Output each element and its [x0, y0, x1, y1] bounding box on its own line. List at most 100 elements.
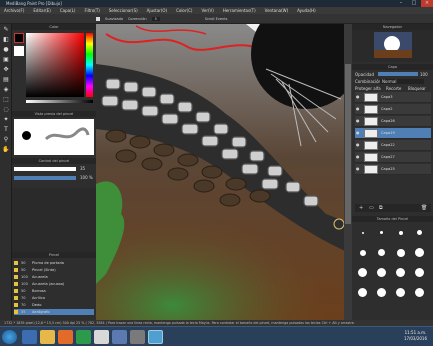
menu-herramientas[interactable]: Herramientas(T): [223, 8, 256, 13]
delete-layer-icon[interactable]: 🗑: [421, 205, 427, 211]
taskbar-media-icon[interactable]: [58, 330, 73, 344]
system-clock[interactable]: 11:51 a.m. 17/03/2016: [404, 330, 427, 342]
menu-seleccionar[interactable]: Seleccionar(S): [109, 8, 138, 13]
eraser-icon[interactable]: ◧: [2, 36, 10, 44]
brush-preview-title: Vista previa del pincel: [12, 111, 96, 117]
brush-size-option[interactable]: [398, 230, 403, 235]
hue-slider[interactable]: [86, 33, 93, 97]
brush-item[interactable]: 100 Acuarela (acuoso): [14, 281, 94, 287]
layer-row[interactable]: ● Capa26: [355, 116, 431, 127]
layer-opacity-slider[interactable]: [378, 72, 418, 76]
start-button[interactable]: [2, 330, 17, 344]
brush-size-option[interactable]: [358, 288, 367, 297]
menu-color[interactable]: Color(C): [176, 8, 192, 13]
brush-size-option[interactable]: [380, 231, 383, 234]
hand-icon[interactable]: ✋: [2, 146, 10, 154]
taskbar-app-icon[interactable]: [130, 330, 145, 344]
wand-icon[interactable]: ✦: [2, 116, 10, 124]
brush-size-option[interactable]: [377, 288, 386, 297]
menu-capa[interactable]: Capa(L): [60, 8, 76, 13]
brush-size-option[interactable]: [415, 288, 424, 297]
gradient-icon[interactable]: ▤: [2, 76, 10, 84]
brush-size-option[interactable]: [377, 268, 386, 277]
menu-filtro[interactable]: Filtro(T): [84, 8, 99, 13]
folder-icon[interactable]: ▭: [369, 205, 374, 211]
taskbar-medibang-icon[interactable]: [148, 330, 163, 344]
vertical-scrollbar[interactable]: [344, 24, 352, 320]
brush-preview-canvas: [14, 119, 94, 155]
taskbar-app-icon[interactable]: [76, 330, 91, 344]
brush-tip-preview: [22, 131, 31, 140]
maximize-button[interactable]: □: [408, 0, 420, 7]
taskbar-app-icon[interactable]: [112, 330, 127, 344]
menu-ventana[interactable]: Ventana(W): [265, 8, 289, 13]
layer-actions-bar: + ▭ ⧉ 🗑: [355, 204, 431, 212]
minimize-button[interactable]: –: [395, 0, 407, 7]
layer-row[interactable]: ● Capa22: [355, 140, 431, 151]
brush-opacity-slider[interactable]: [14, 176, 76, 180]
layer-row-selected[interactable]: ● Capa19: [355, 128, 431, 139]
select-icon[interactable]: ⬚: [2, 96, 10, 104]
brush-size-slider[interactable]: [14, 167, 76, 171]
brush-size-option[interactable]: [415, 248, 424, 257]
brush-item[interactable]: 50 Borrosa: [14, 288, 94, 294]
eyedropper-icon[interactable]: ⚲: [2, 136, 10, 144]
brush-size-option[interactable]: [361, 231, 364, 234]
blend-mode-select[interactable]: Normal: [380, 79, 424, 84]
menu-ver[interactable]: Ver(V): [201, 8, 213, 13]
brush-item[interactable]: 70 Acrílico: [14, 295, 94, 301]
brush-item[interactable]: 50 Pluma de portada: [14, 260, 94, 266]
opacity-value: 100: [420, 72, 428, 77]
brush-size-option[interactable]: [415, 268, 424, 277]
brush-size-option[interactable]: [378, 249, 385, 256]
brush-item[interactable]: 70 Dedo: [14, 302, 94, 308]
dot-icon[interactable]: ●: [2, 46, 10, 54]
primary-color-swatch[interactable]: [14, 33, 24, 43]
brush-size-option[interactable]: [396, 248, 405, 257]
color-slider[interactable]: [26, 100, 93, 103]
brush-list-title: Pincel: [12, 252, 96, 258]
layer-row[interactable]: ● Capa3: [355, 92, 431, 103]
drawing-canvas[interactable]: [96, 24, 352, 320]
lasso-icon[interactable]: ◌: [2, 106, 10, 114]
menu-archivo[interactable]: Archivo(F): [4, 8, 24, 13]
eye-icon: ●: [356, 130, 360, 135]
scrollbar-thumb[interactable]: [345, 64, 351, 224]
taskbar-ie-icon[interactable]: [22, 330, 37, 344]
add-layer-icon[interactable]: +: [359, 205, 363, 211]
layer-row[interactable]: ● Capa2: [355, 104, 431, 115]
brush-size-option[interactable]: [396, 268, 405, 277]
duplicate-layer-icon[interactable]: ⧉: [379, 205, 383, 211]
smooth-checkbox[interactable]: [96, 16, 100, 21]
protect-alpha-checkbox[interactable]: Proteger alfa: [355, 86, 381, 91]
brush-item[interactable]: 50 Pincel (Sinta): [14, 267, 94, 273]
menu-ajustar[interactable]: Ajustar(O): [147, 8, 167, 13]
menu-ayuda[interactable]: Ayuda(H): [297, 8, 316, 13]
fill-icon[interactable]: ▣: [2, 56, 10, 64]
brush-item-selected[interactable]: 35 Aerógrafo: [14, 309, 94, 315]
menu-editar[interactable]: Editar(E): [33, 8, 51, 13]
navigator-preview[interactable]: [374, 32, 412, 58]
close-button[interactable]: ×: [421, 0, 433, 7]
taskbar-chrome-icon[interactable]: [94, 330, 109, 344]
brush-size-option[interactable]: [359, 249, 366, 256]
correction-value[interactable]: 5: [151, 16, 160, 21]
taskbar-folder-icon[interactable]: [40, 330, 55, 344]
primary-color-swatch[interactable]: [2, 162, 10, 170]
brush-item[interactable]: 100 Acuarela: [14, 274, 94, 280]
bucket-icon[interactable]: ◈: [2, 86, 10, 94]
clip-checkbox[interactable]: Recorte: [386, 86, 401, 91]
artwork: [96, 24, 352, 320]
move-icon[interactable]: ✥: [2, 66, 10, 74]
brush-size-option[interactable]: [396, 288, 405, 297]
brush-size-panel: Tamaño del Pincel: [352, 216, 433, 320]
brush-size-option[interactable]: [417, 230, 422, 235]
pen-icon[interactable]: ✎: [2, 26, 10, 34]
saturation-value-picker[interactable]: [26, 33, 84, 97]
secondary-color-swatch[interactable]: [14, 46, 24, 56]
text-icon[interactable]: T: [2, 126, 10, 134]
brush-size-option[interactable]: [358, 268, 367, 277]
layer-row[interactable]: ● Capa27: [355, 152, 431, 163]
lock-checkbox[interactable]: Bloquear: [408, 86, 426, 91]
layer-row[interactable]: ● Capa25: [355, 164, 431, 175]
